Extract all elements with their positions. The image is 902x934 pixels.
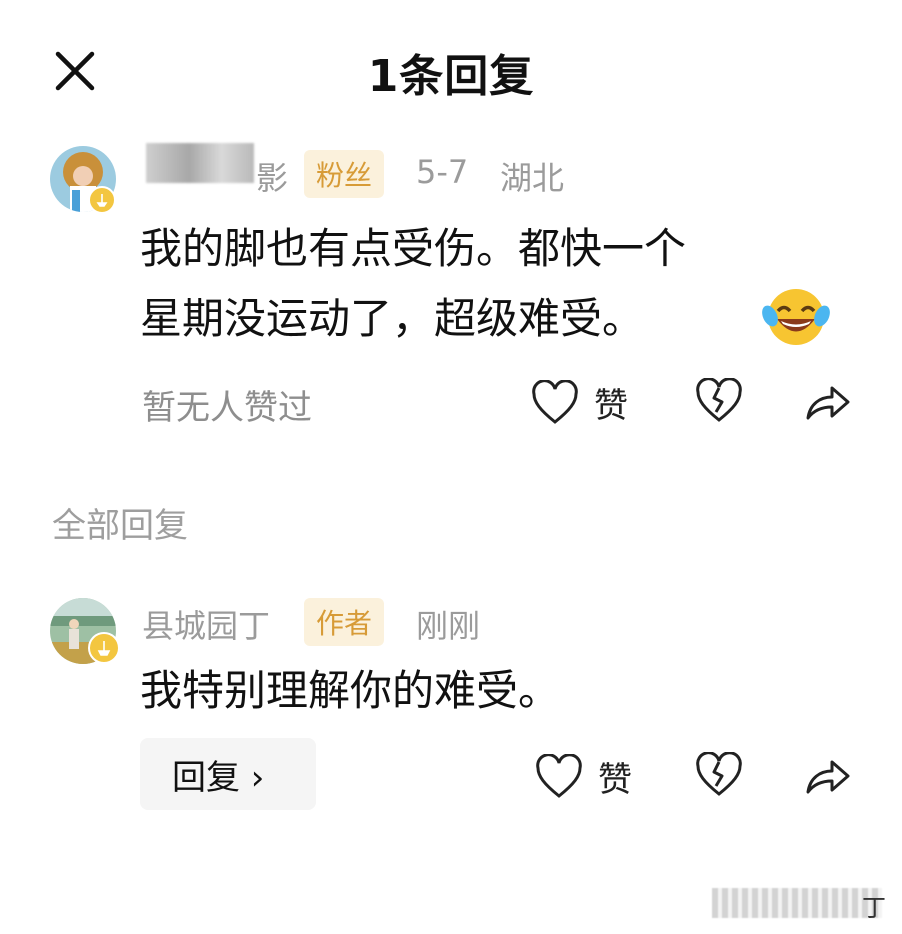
- reply-like-label: 赞: [598, 760, 632, 800]
- page-title: 1条回复: [367, 51, 535, 102]
- reply-like-button[interactable]: 赞: [534, 752, 632, 801]
- dislike-button[interactable]: [694, 377, 744, 428]
- comment-date: 5-7: [416, 153, 469, 191]
- heart-icon: [536, 753, 582, 798]
- reply-button-label: 回复 ›: [172, 757, 265, 798]
- all-replies-heading: 全部回复: [52, 506, 188, 546]
- reply-author-name[interactable]: 县城园丁: [142, 601, 270, 647]
- reply-text: 我特别理解你的难受。: [140, 666, 561, 715]
- reply-time: 刚刚: [416, 607, 481, 645]
- broken-heart-icon: [696, 751, 742, 796]
- author-badge: 作者: [304, 598, 385, 646]
- watermark-blur: [712, 888, 882, 918]
- author-avatar-badge: [88, 632, 120, 664]
- watermark-text: 丁: [862, 894, 886, 922]
- blurred-username: [146, 143, 254, 183]
- comment-text-line2-content: 星期没运动了，超级难受。: [140, 294, 645, 343]
- likes-status: 暂无人赞过: [142, 388, 312, 428]
- like-label: 赞: [594, 386, 628, 426]
- comment-text-line2: 星期没运动了，超级难受。: [140, 284, 644, 354]
- comment-location: 湖北: [500, 159, 565, 197]
- laughing-crying-emoji: [762, 286, 830, 348]
- broken-heart-icon: [696, 377, 742, 422]
- share-arrow-icon: [806, 386, 850, 420]
- fan-badge: 粉丝: [304, 150, 385, 198]
- reply-dislike-button[interactable]: [694, 751, 744, 802]
- reply-share-button[interactable]: [804, 754, 852, 802]
- share-arrow-icon: [806, 760, 850, 794]
- share-button[interactable]: [804, 380, 852, 428]
- commenter-name[interactable]: 影: [256, 153, 288, 199]
- heart-icon: [532, 379, 578, 424]
- comment-text-line1: 我的脚也有点受伤。都快一个: [140, 224, 687, 273]
- like-button[interactable]: 赞: [530, 378, 628, 427]
- reply-button[interactable]: 回复 ›: [140, 738, 316, 810]
- avatar-badge: [88, 186, 116, 214]
